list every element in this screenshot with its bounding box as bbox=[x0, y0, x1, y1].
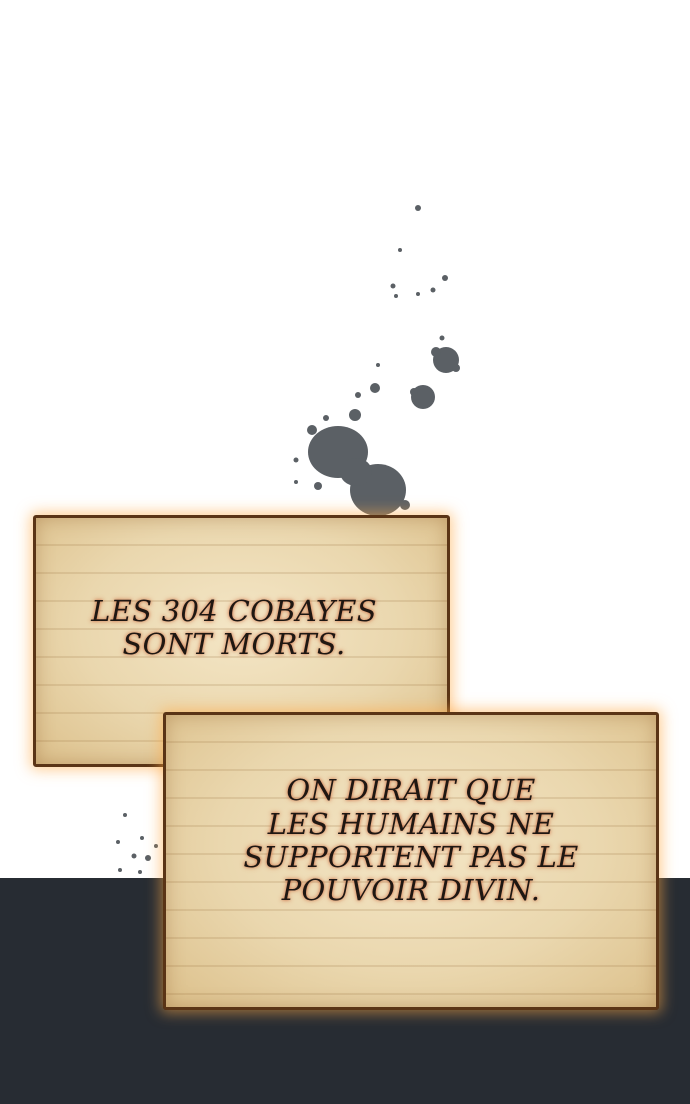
caption-2-line-4: POUVOIR DIVIN. bbox=[281, 873, 541, 908]
caption-text-2: ON DIRAIT QUE LES HUMAINS NE SUPPORTENT … bbox=[243, 773, 579, 908]
caption-1-line-1: LES 304 COBAYES bbox=[91, 593, 377, 628]
caption-2-line-1: ON DIRAIT QUE bbox=[286, 773, 536, 808]
caption-2-line-2: LES HUMAINS NE bbox=[267, 806, 555, 841]
caption-text-1: LES 304 COBAYES SONT MORTS. bbox=[91, 593, 377, 662]
caption-2-line-3: SUPPORTENT PAS LE bbox=[243, 840, 579, 874]
caption-box-2: ON DIRAIT QUE LES HUMAINS NE SUPPORTENT … bbox=[163, 712, 659, 1010]
caption-1-line-2: SONT MORTS. bbox=[122, 627, 346, 661]
